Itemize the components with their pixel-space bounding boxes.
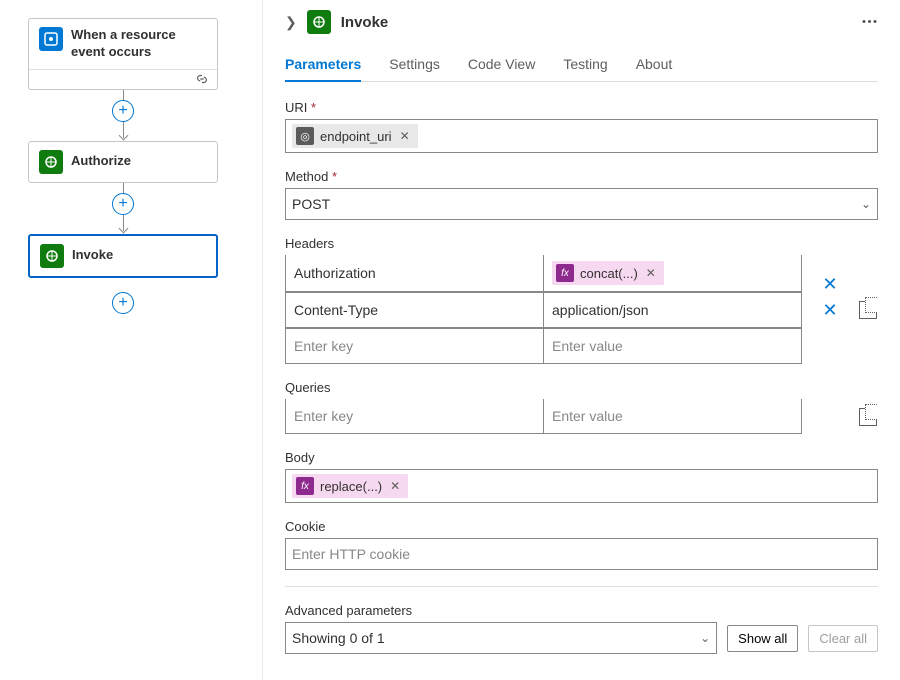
header-key[interactable]: Authorization — [286, 255, 543, 291]
advanced-label: Advanced parameters — [285, 603, 878, 618]
uri-variable-pill[interactable]: endpoint_uri ✕ — [292, 124, 418, 148]
remove-pill-button[interactable]: ✕ — [400, 129, 410, 143]
show-all-button[interactable]: Show all — [727, 625, 798, 652]
add-step-button[interactable]: + — [112, 193, 134, 215]
body-label: Body — [285, 450, 878, 465]
header-fx-pill[interactable]: fx concat(...) ✕ — [552, 261, 664, 285]
add-step-button[interactable]: + — [112, 292, 134, 314]
toggle-queries-mode-button[interactable] — [859, 408, 877, 426]
remove-pill-button[interactable]: ✕ — [390, 479, 400, 493]
cookie-input[interactable] — [285, 538, 878, 570]
tab-parameters[interactable]: Parameters — [285, 56, 361, 82]
header-key-input[interactable] — [294, 338, 535, 354]
delete-header-button[interactable]: ✕ — [822, 301, 837, 319]
uri-input[interactable]: endpoint_uri ✕ — [285, 119, 878, 153]
chevron-down-icon: ⌄ — [861, 197, 871, 211]
fx-icon: fx — [296, 477, 314, 495]
header-value[interactable]: application/json — [543, 293, 801, 327]
advanced-select[interactable]: Showing 0 of 1 ⌄ — [285, 622, 717, 654]
body-input[interactable]: fx replace(...) ✕ — [285, 469, 878, 503]
tab-about[interactable]: About — [636, 56, 673, 81]
event-icon — [39, 27, 63, 51]
clear-all-button: Clear all — [808, 625, 878, 652]
header-row: Content-Type application/json — [285, 292, 802, 328]
uri-label: URI — [285, 100, 878, 115]
http-icon — [40, 244, 64, 268]
parameters-form: URI endpoint_uri ✕ Method POST ⌄ Headers — [285, 82, 878, 664]
tab-code-view[interactable]: Code View — [468, 56, 535, 81]
node-authorize[interactable]: Authorize — [28, 141, 218, 183]
node-title: Authorize — [71, 153, 131, 170]
cookie-label: Cookie — [285, 519, 878, 534]
header-value-input[interactable] — [552, 338, 793, 354]
add-step-button[interactable]: + — [112, 100, 134, 122]
body-fx-pill[interactable]: fx replace(...) ✕ — [292, 474, 408, 498]
header-value[interactable]: fx concat(...) ✕ — [543, 255, 801, 291]
flow-canvas: When a resource event occurs + Authorize… — [0, 0, 262, 680]
query-key-input[interactable] — [294, 408, 535, 424]
collapse-button[interactable]: ❯ — [285, 14, 297, 31]
header-row: Authorization fx concat(...) ✕ — [285, 255, 802, 292]
node-invoke[interactable]: Invoke — [28, 234, 218, 278]
toggle-headers-mode-button[interactable] — [859, 301, 877, 319]
node-title: When a resource event occurs — [71, 27, 207, 61]
headers-label: Headers — [285, 236, 878, 251]
panel-title: Invoke — [341, 14, 851, 31]
queries-label: Queries — [285, 380, 878, 395]
chevron-down-icon: ⌄ — [700, 631, 710, 645]
details-panel: ❯ Invoke ⋮ Parameters Settings Code View… — [262, 0, 900, 680]
tab-bar: Parameters Settings Code View Testing Ab… — [285, 56, 878, 82]
fx-icon: fx — [556, 264, 574, 282]
connector: + — [28, 183, 218, 234]
query-row-new — [285, 399, 802, 434]
header-key[interactable]: Content-Type — [286, 293, 543, 327]
variable-icon — [296, 127, 314, 145]
method-select[interactable]: POST ⌄ — [285, 188, 878, 220]
http-icon — [39, 150, 63, 174]
remove-pill-button[interactable]: ✕ — [646, 266, 656, 280]
delete-header-button[interactable]: ✕ — [822, 275, 837, 293]
http-icon — [307, 10, 331, 34]
header-row-new — [285, 328, 802, 364]
panel-header: ❯ Invoke ⋮ — [285, 10, 878, 34]
node-link-indicator — [29, 69, 217, 89]
node-title: Invoke — [72, 247, 113, 264]
query-value-input[interactable] — [552, 408, 793, 424]
connector: + — [28, 90, 218, 141]
method-label: Method — [285, 169, 878, 184]
connector-tail: + — [28, 292, 218, 314]
tab-settings[interactable]: Settings — [389, 56, 440, 81]
more-menu-button[interactable]: ⋮ — [860, 14, 880, 31]
tab-testing[interactable]: Testing — [563, 56, 607, 81]
divider — [285, 586, 878, 587]
node-trigger[interactable]: When a resource event occurs — [28, 18, 218, 90]
